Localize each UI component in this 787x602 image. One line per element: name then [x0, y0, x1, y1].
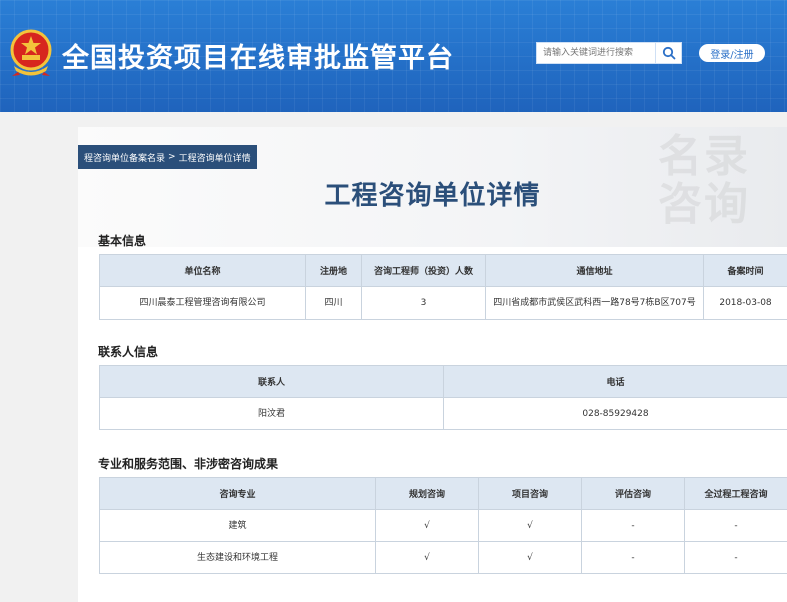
- planning-cell: √: [375, 541, 479, 574]
- specialty-cell: 建筑: [99, 509, 376, 542]
- contact-info-table: 联系人 电话 阳汶君 028-85929428: [99, 365, 787, 430]
- planning-cell: √: [375, 509, 479, 542]
- engineer-count-cell: 3: [361, 286, 486, 320]
- site-title: 全国投资项目在线审批监管平台: [62, 43, 454, 74]
- table-row: 四川晨泰工程管理咨询有限公司 四川 3 四川省成都市武侯区武科西一路78号7栋B…: [99, 286, 787, 320]
- evaluation-cell: -: [581, 541, 685, 574]
- column-header: 规划咨询: [375, 477, 479, 510]
- project-cell: √: [478, 541, 582, 574]
- column-header: 咨询专业: [99, 477, 376, 510]
- column-header: 全过程工程咨询: [684, 477, 787, 510]
- scope-table: 咨询专业 规划咨询 项目咨询 评估咨询 全过程工程咨询 建筑 √ √ - - 生…: [99, 477, 787, 574]
- login-register-button[interactable]: 登录/注册: [699, 44, 765, 62]
- table-header-row: 咨询专业 规划咨询 项目咨询 评估咨询 全过程工程咨询: [99, 477, 787, 510]
- table-row: 阳汶君 028-85929428: [99, 397, 787, 430]
- table-header-row: 单位名称 注册地 咨询工程师（投资）人数 通信地址 备案时间: [99, 254, 787, 287]
- record-date-cell: 2018-03-08: [703, 286, 787, 320]
- search-input[interactable]: [536, 42, 656, 64]
- table-header-row: 联系人 电话: [99, 365, 787, 398]
- breadcrumb-separator: >: [168, 152, 176, 162]
- phone-cell: 028-85929428: [443, 397, 787, 430]
- basic-info-table: 单位名称 注册地 咨询工程师（投资）人数 通信地址 备案时间 四川晨泰工程管理咨…: [99, 254, 787, 320]
- whole-process-cell: -: [684, 541, 787, 574]
- column-header: 通信地址: [485, 254, 704, 287]
- column-header: 注册地: [305, 254, 362, 287]
- table-row: 建筑 √ √ - -: [99, 509, 787, 542]
- search-button[interactable]: [656, 42, 682, 64]
- contact-name-cell: 阳汶君: [99, 397, 444, 430]
- column-header: 评估咨询: [581, 477, 685, 510]
- register-place-cell: 四川: [305, 286, 362, 320]
- column-header: 单位名称: [99, 254, 306, 287]
- breadcrumb-link-directory[interactable]: 程咨询单位备案名录: [84, 151, 165, 164]
- whole-process-cell: -: [684, 509, 787, 542]
- column-header: 项目咨询: [478, 477, 582, 510]
- evaluation-cell: -: [581, 509, 685, 542]
- breadcrumb: 程咨询单位备案名录 > 工程咨询单位详情: [78, 145, 257, 169]
- detail-panel: 名录 咨询 程咨询单位备案名录 > 工程咨询单位详情 工程咨询单位详情 基本信息…: [78, 127, 787, 602]
- section-title-basic-info: 基本信息: [98, 234, 147, 248]
- section-title-contact-info: 联系人信息: [98, 345, 159, 359]
- address-cell: 四川省成都市武侯区武科西一路78号7栋B区707号: [485, 286, 704, 320]
- site-header: 全国投资项目在线审批监管平台 登录/注册: [0, 0, 787, 112]
- column-header: 电话: [443, 365, 787, 398]
- project-cell: √: [478, 509, 582, 542]
- specialty-cell: 生态建设和环境工程: [99, 541, 376, 574]
- breadcrumb-current: 工程咨询单位详情: [178, 153, 251, 164]
- table-row: 生态建设和环境工程 √ √ - -: [99, 541, 787, 574]
- column-header: 联系人: [99, 365, 444, 398]
- column-header: 备案时间: [703, 254, 787, 287]
- national-emblem-icon: [10, 29, 52, 76]
- section-title-scope: 专业和服务范围、非涉密咨询成果: [98, 457, 279, 471]
- page-title: 工程咨询单位详情: [324, 181, 541, 211]
- column-header: 咨询工程师（投资）人数: [361, 254, 486, 287]
- search-icon: [662, 46, 675, 60]
- unit-name-cell: 四川晨泰工程管理咨询有限公司: [99, 286, 306, 320]
